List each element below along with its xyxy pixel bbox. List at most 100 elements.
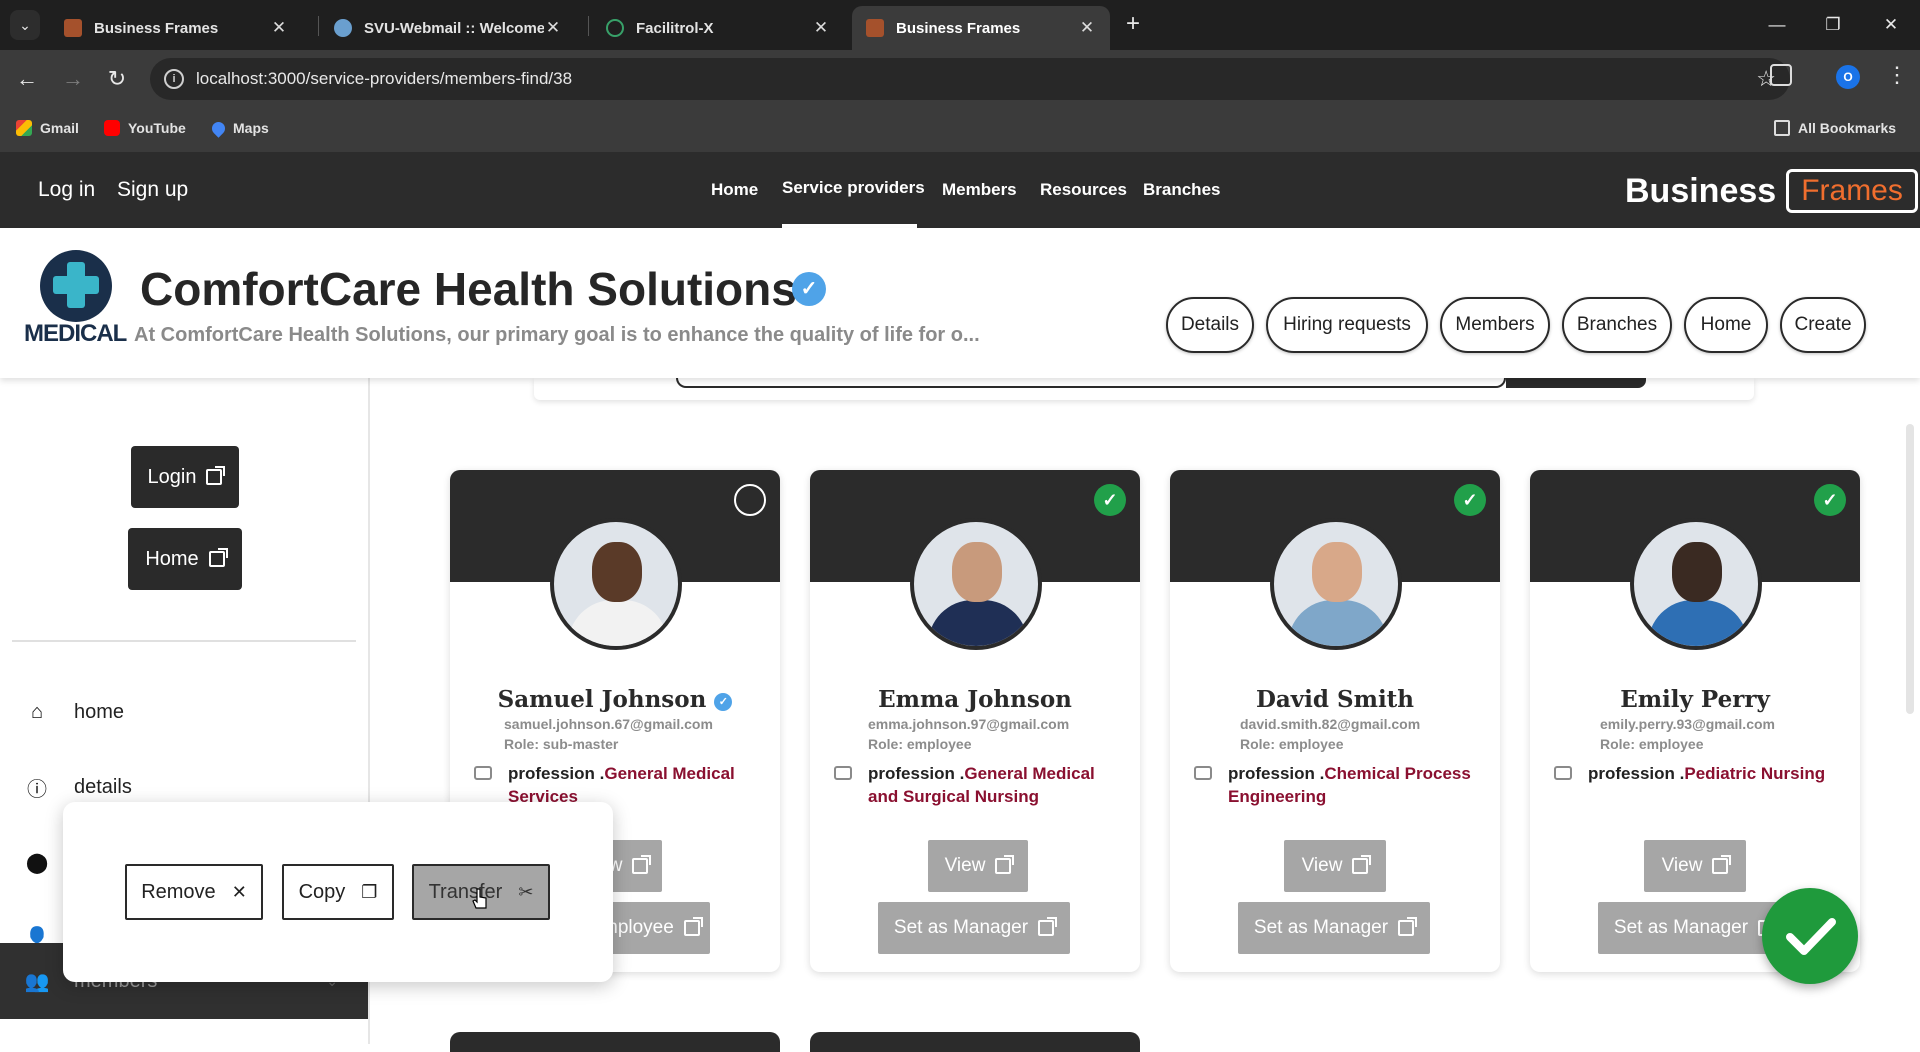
member-role: Role: employee xyxy=(1240,736,1344,752)
tab-title: SVU-Webmail :: Welcome xyxy=(364,19,544,37)
company-logo: MEDICAL xyxy=(24,250,128,350)
browser-tab[interactable]: SVU-Webmail :: Welcome ✕ xyxy=(320,6,576,50)
search-panel xyxy=(534,378,1754,400)
webmail-favicon-icon xyxy=(334,19,352,37)
brand-logo[interactable]: Business Frames xyxy=(1625,166,1918,216)
gmail-icon xyxy=(16,120,32,136)
set-as-manager-button[interactable]: Set as Manager xyxy=(878,902,1070,954)
verified-badge-icon: ✓ xyxy=(714,693,733,711)
external-link-icon xyxy=(1352,855,1372,874)
member-profession: profession .Pediatric Nursing xyxy=(1588,762,1846,785)
avatar-body xyxy=(928,600,1028,646)
tab-search-chevron-icon[interactable]: ⌄ xyxy=(10,10,40,40)
search-input[interactable] xyxy=(676,378,1506,388)
scissors-icon: ✂ xyxy=(518,881,534,902)
tab-separator xyxy=(588,16,589,36)
verified-badge-icon: ✓ xyxy=(792,272,826,306)
member-profession: profession .General Medical and Surgical… xyxy=(868,762,1126,808)
sidebar-item-label: details xyxy=(74,775,132,798)
nav-resources[interactable]: Resources xyxy=(1040,180,1127,200)
browser-tab[interactable]: Facilitrol-X ✕ xyxy=(592,6,844,50)
nav-branches[interactable]: Branches xyxy=(1143,180,1220,200)
avatar-head xyxy=(1672,542,1722,602)
company-name: ComfortCare Health Solutions xyxy=(140,263,797,315)
signup-link[interactable]: Sign up xyxy=(117,178,188,202)
member-email: emily.perry.93@gmail.com xyxy=(1600,716,1775,732)
restore-icon[interactable]: ❐ xyxy=(1820,12,1846,38)
selected-check-icon[interactable]: ✓ xyxy=(1094,484,1126,516)
bookmarks-bar: Gmail YouTube Maps All Bookmarks xyxy=(0,108,1920,152)
member-role: Role: employee xyxy=(1600,736,1704,752)
profession-prefix: profession . xyxy=(1228,764,1325,783)
tab-create[interactable]: Create xyxy=(1780,297,1866,353)
sidebar-home-button[interactable]: Home xyxy=(128,528,242,590)
bookmark-maps[interactable]: Maps xyxy=(209,118,269,138)
browser-menu-icon[interactable]: ⋮ xyxy=(1886,62,1908,88)
extensions-puzzle-icon[interactable] xyxy=(1770,64,1792,86)
view-button[interactable]: View xyxy=(928,840,1028,892)
set-as-manager-button[interactable]: Set as Manager xyxy=(1238,902,1430,954)
tab-home[interactable]: Home xyxy=(1684,297,1768,353)
bookmark-youtube[interactable]: YouTube xyxy=(104,120,186,136)
copy-button[interactable]: Copy ❐ xyxy=(282,864,394,920)
view-button[interactable]: View xyxy=(1284,840,1386,892)
close-window-icon[interactable]: ✕ xyxy=(1878,12,1904,38)
search-button[interactable] xyxy=(1506,378,1646,388)
profession-prefix: profession . xyxy=(1588,764,1685,783)
selected-check-icon[interactable]: ✓ xyxy=(1454,484,1486,516)
profession-prefix: profession . xyxy=(508,764,605,783)
external-link-icon xyxy=(1038,917,1058,936)
confirm-selection-button[interactable] xyxy=(1762,888,1858,984)
all-bookmarks[interactable]: All Bookmarks xyxy=(1774,120,1896,136)
member-profession: profession .Chemical Process Engineering xyxy=(1228,762,1486,808)
button-label: Login xyxy=(147,465,197,488)
external-link-icon xyxy=(1398,917,1418,936)
reload-icon[interactable]: ↻ xyxy=(102,64,132,94)
remove-button[interactable]: Remove ✕ xyxy=(125,864,263,920)
tab-close-icon[interactable]: ✕ xyxy=(544,18,562,38)
scrollbar-thumb[interactable] xyxy=(1906,424,1914,714)
profile-avatar[interactable]: O xyxy=(1836,65,1860,89)
login-link[interactable]: Log in xyxy=(38,178,95,202)
member-role: Role: employee xyxy=(868,736,972,752)
forward-arrow-icon[interactable]: → xyxy=(58,64,88,94)
tab-branches[interactable]: Branches xyxy=(1562,297,1672,353)
folder-icon xyxy=(1774,120,1790,136)
tab-members[interactable]: Members xyxy=(1440,297,1550,353)
tab-separator xyxy=(318,16,319,36)
site-info-icon[interactable]: i xyxy=(164,69,184,89)
sidebar-login-button[interactable]: Login xyxy=(131,446,239,508)
view-button[interactable]: View xyxy=(1644,840,1746,892)
bookmark-gmail[interactable]: Gmail xyxy=(16,120,79,136)
select-circle-icon[interactable] xyxy=(734,484,766,516)
new-tab-plus-icon[interactable]: + xyxy=(1120,12,1146,38)
member-name: Emma Johnson xyxy=(878,686,1072,713)
company-tagline: At ComfortCare Health Solutions, our pri… xyxy=(134,324,980,346)
back-arrow-icon[interactable]: ← xyxy=(12,64,42,94)
tab-title: Business Frames xyxy=(94,19,219,37)
browser-tab-active[interactable]: Business Frames ✕ xyxy=(852,6,1110,50)
bookmark-label: Gmail xyxy=(40,120,79,136)
location-icon: ⬤ xyxy=(25,851,49,874)
nav-home[interactable]: Home xyxy=(711,180,758,200)
member-avatar xyxy=(1270,518,1402,650)
url-text: localhost:3000/service-providers/members… xyxy=(196,69,573,88)
tab-close-icon[interactable]: ✕ xyxy=(1078,18,1096,38)
minimize-icon[interactable]: — xyxy=(1764,12,1790,38)
address-bar[interactable]: i localhost:3000/service-providers/membe… xyxy=(150,58,1790,100)
tab-hiring-requests[interactable]: Hiring requests xyxy=(1266,297,1428,353)
sidebar-item-home[interactable]: ⌂ home xyxy=(0,681,368,743)
tab-details[interactable]: Details xyxy=(1166,297,1254,353)
selected-check-icon[interactable]: ✓ xyxy=(1814,484,1846,516)
avatar-body xyxy=(568,600,668,646)
tab-close-icon[interactable]: ✕ xyxy=(812,18,830,38)
member-actions-popup: Remove ✕ Copy ❐ Transfer ✂ xyxy=(63,802,613,982)
nav-members[interactable]: Members xyxy=(942,180,1017,200)
nav-service-providers[interactable]: Service providers xyxy=(782,178,925,198)
tab-close-icon[interactable]: ✕ xyxy=(270,18,288,38)
browser-tab[interactable]: Business Frames ✕ xyxy=(50,6,302,50)
profession-value: Pediatric Nursing xyxy=(1684,764,1826,783)
profession-icon xyxy=(1554,766,1572,780)
logo-cross-icon xyxy=(53,276,99,294)
button-label: View xyxy=(1301,855,1343,876)
